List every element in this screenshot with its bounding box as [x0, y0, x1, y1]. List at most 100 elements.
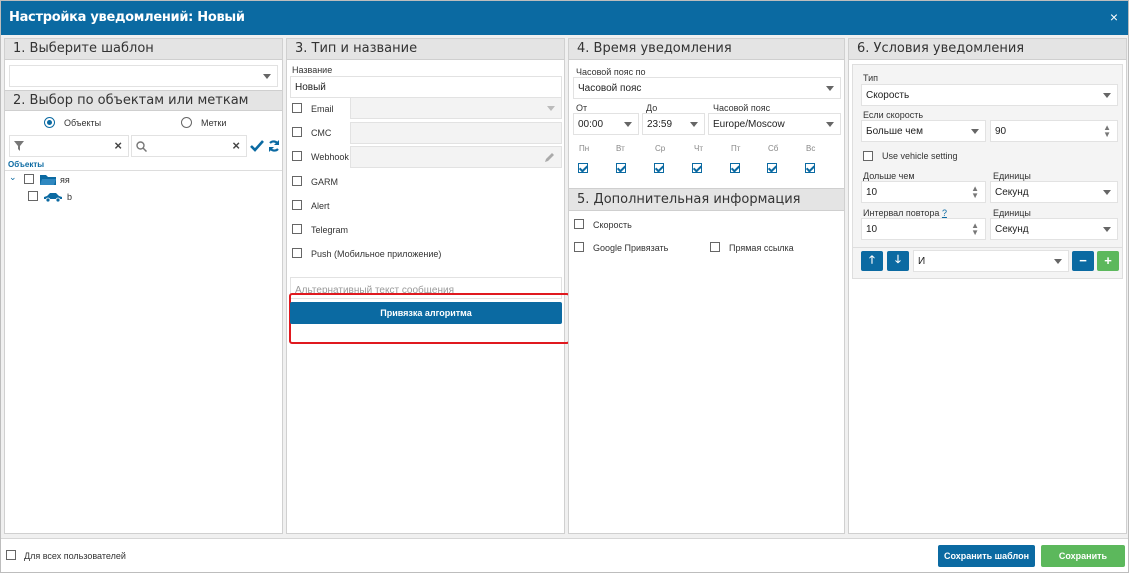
all-users-checkbox[interactable]: [6, 550, 16, 560]
units2-select[interactable]: Секунд: [990, 218, 1118, 240]
tree-folder-checkbox[interactable]: [24, 174, 34, 184]
filter-icon: [14, 141, 24, 151]
time-header: 4. Время уведомления: [569, 39, 844, 60]
day-thu: Чт: [694, 144, 703, 153]
day-sat-checkbox[interactable]: [767, 163, 777, 173]
conditions-panel: 6. Условия уведомления Тип Скорость Если…: [848, 38, 1127, 534]
telegram-checkbox[interactable]: [292, 224, 302, 234]
day-mon-checkbox[interactable]: [578, 163, 588, 173]
arrow-up-icon[interactable]: 🡑: [861, 251, 883, 271]
pencil-icon[interactable]: [545, 152, 555, 162]
sms-checkbox[interactable]: [292, 127, 302, 137]
sms-label: СМС: [311, 128, 332, 138]
speed-checkbox[interactable]: [574, 219, 584, 229]
to-select[interactable]: 23:59: [642, 113, 705, 135]
day-thu-checkbox[interactable]: [692, 163, 702, 173]
push-label: Push (Мобильное приложение): [311, 249, 442, 259]
day-wed: Ср: [655, 144, 666, 153]
algorithm-button[interactable]: Привязка алгоритма: [290, 302, 562, 324]
telegram-label: Telegram: [311, 225, 349, 235]
conditions-header: 6. Условия уведомления: [849, 39, 1126, 60]
minus-icon[interactable]: −: [1072, 251, 1094, 271]
notification-dialog: Настройка уведомлений: Новый × 1. Выбери…: [0, 0, 1129, 573]
folder-icon: [40, 175, 56, 185]
check-all-icon[interactable]: [250, 140, 264, 152]
refresh-icon[interactable]: [268, 140, 280, 152]
tz-select[interactable]: Europe/Moscow: [708, 113, 841, 135]
longer-label: Дольше чем: [863, 171, 915, 181]
units2-label: Единицы: [993, 208, 1031, 218]
plus-icon[interactable]: +: [1097, 251, 1119, 271]
alert-checkbox[interactable]: [292, 200, 302, 210]
tz-by-select[interactable]: Часовой пояс: [573, 77, 841, 99]
arrow-down-icon[interactable]: 🡓: [887, 251, 909, 271]
help-icon[interactable]: ?: [942, 208, 947, 218]
speed-label: Скорость: [593, 220, 632, 230]
radio-objects[interactable]: [44, 117, 55, 128]
sms-input[interactable]: [350, 122, 562, 144]
email-checkbox[interactable]: [292, 103, 302, 113]
from-label: От: [576, 103, 588, 113]
vehicle-setting-checkbox[interactable]: [863, 151, 873, 161]
tree-object-label[interactable]: b: [67, 192, 72, 202]
day-sun-checkbox[interactable]: [805, 163, 815, 173]
tz-by-label: Часовой пояс по: [576, 67, 646, 77]
from-select[interactable]: 00:00: [573, 113, 639, 135]
objects-header: 2. Выбор по объектам или меткам: [5, 90, 282, 111]
radio-objects-label: Объекты: [64, 118, 102, 128]
clear-search-icon[interactable]: ×: [232, 138, 240, 153]
all-users-label: Для всех пользователей: [24, 551, 126, 561]
save-button[interactable]: Сохранить: [1041, 545, 1125, 567]
template-header: 1. Выберите шаблон: [5, 39, 282, 60]
logic-select[interactable]: И: [913, 250, 1069, 272]
search-input[interactable]: ×: [131, 135, 247, 157]
webhook-input[interactable]: [350, 146, 562, 168]
type-select[interactable]: Скорость: [861, 84, 1118, 106]
title-bar: Настройка уведомлений: Новый ×: [1, 1, 1128, 35]
type-header: 3. Тип и название: [287, 39, 564, 60]
units-label: Единицы: [993, 171, 1031, 181]
tree-object-checkbox[interactable]: [28, 191, 38, 201]
google-checkbox[interactable]: [574, 242, 584, 252]
email-select[interactable]: [350, 97, 562, 119]
repeat-label: Интервал повтора ?: [863, 208, 947, 218]
filter-input[interactable]: ×: [9, 135, 129, 157]
name-input[interactable]: Новый: [290, 76, 562, 98]
type-label: Тип: [863, 73, 879, 83]
clear-filter-icon[interactable]: ×: [114, 138, 122, 153]
radio-tags[interactable]: [181, 117, 192, 128]
save-template-button[interactable]: Сохранить шаблон: [938, 545, 1035, 567]
compare-select[interactable]: Больше чем: [861, 120, 986, 142]
day-tue-checkbox[interactable]: [616, 163, 626, 173]
longer-input[interactable]: 10 ▲ ▼: [861, 181, 986, 203]
vehicle-setting-label: Use vehicle setting: [882, 151, 958, 161]
close-icon[interactable]: ×: [1110, 9, 1118, 25]
repeat-input[interactable]: 10 ▲ ▼: [861, 218, 986, 240]
condition-block: Тип Скорость Если скорость Больше чем 90…: [852, 64, 1123, 279]
chevron-down-icon[interactable]: ⌄: [9, 172, 17, 183]
name-label: Название: [292, 65, 333, 75]
email-label: Email: [311, 104, 334, 114]
day-wed-checkbox[interactable]: [654, 163, 664, 173]
day-fri-checkbox[interactable]: [730, 163, 740, 173]
tree-header: Объекты: [8, 160, 45, 169]
day-fri: Пт: [731, 144, 741, 153]
direct-link-label: Прямая ссылка: [729, 243, 794, 253]
direct-link-checkbox[interactable]: [710, 242, 720, 252]
units-select[interactable]: Секунд: [990, 181, 1118, 203]
day-tue: Вт: [616, 144, 625, 153]
template-select[interactable]: [9, 65, 278, 87]
speed-input[interactable]: 90 ▲ ▼: [990, 120, 1118, 142]
dialog-title: Настройка уведомлений: Новый: [9, 10, 245, 25]
type-panel: 3. Тип и название Название Новый Email С…: [286, 38, 570, 534]
push-checkbox[interactable]: [292, 248, 302, 258]
radio-tags-label: Метки: [201, 118, 227, 128]
objects-panel: 1. Выберите шаблон 2. Выбор по объектам …: [4, 38, 283, 534]
alert-label: Alert: [311, 201, 330, 211]
garm-checkbox[interactable]: [292, 176, 302, 186]
extra-header: 5. Дополнительная информация: [569, 188, 844, 211]
webhook-checkbox[interactable]: [292, 151, 302, 161]
tree-folder-label[interactable]: яя: [60, 175, 70, 185]
car-icon: [44, 193, 62, 202]
garm-label: GARM: [311, 177, 338, 187]
